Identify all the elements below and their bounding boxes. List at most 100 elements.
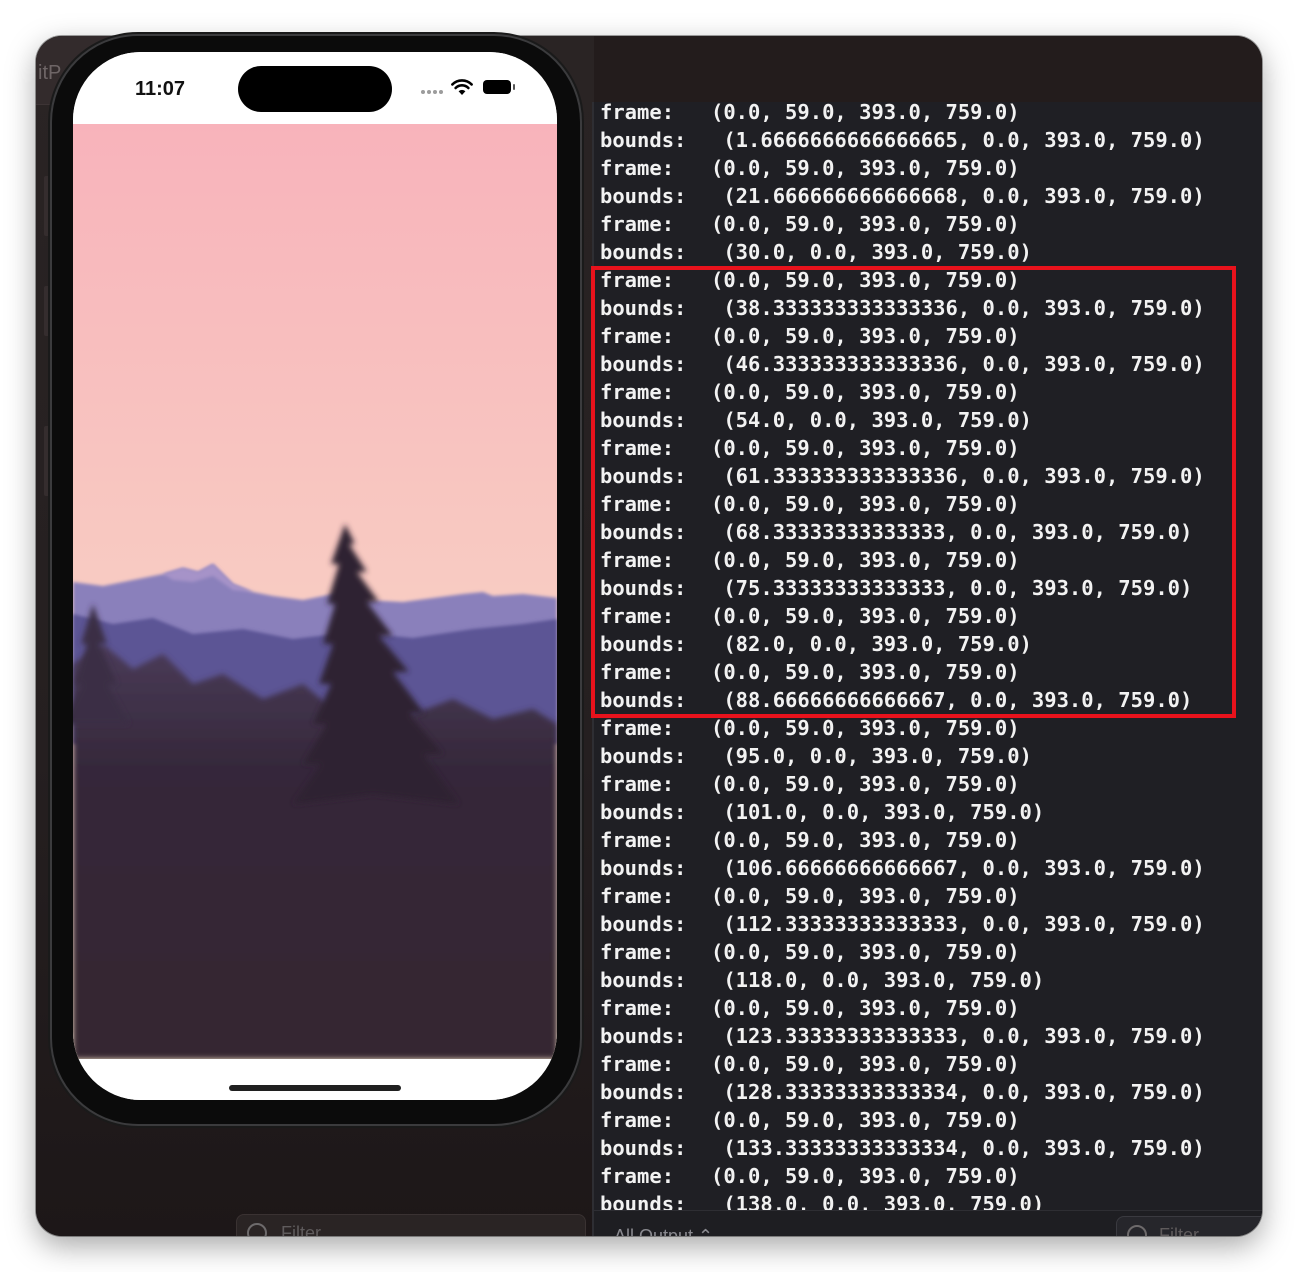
console-line-key: bounds:	[600, 968, 687, 992]
console-line-key: bounds:	[600, 352, 687, 376]
console-line-key: bounds:	[600, 520, 687, 544]
wifi-icon	[451, 79, 473, 95]
console-line: bounds: (75.33333333333333, 0.0, 393.0, …	[600, 574, 1205, 602]
console-line: bounds: (46.333333333333336, 0.0, 393.0,…	[600, 350, 1205, 378]
console-line-value: (0.0, 59.0, 393.0, 759.0)	[711, 940, 1020, 964]
console-line: frame: (0.0, 59.0, 393.0, 759.0)	[600, 1162, 1205, 1190]
console-line-value: (0.0, 59.0, 393.0, 759.0)	[711, 324, 1020, 348]
console-line-key: bounds:	[600, 1136, 687, 1160]
status-time: 11:07	[135, 78, 186, 100]
console-line-value: (101.0, 0.0, 393.0, 759.0)	[711, 800, 1045, 824]
console-line-value: (0.0, 59.0, 393.0, 759.0)	[711, 492, 1020, 516]
console-log: frame: (0.0, 59.0, 393.0, 759.0) bounds: (…	[600, 102, 1205, 1210]
console-line-value: (123.33333333333333, 0.0, 393.0, 759.0)	[711, 1024, 1205, 1048]
console-line-key: bounds:	[600, 296, 687, 320]
console-line-value: (0.0, 59.0, 393.0, 759.0)	[711, 604, 1020, 628]
console-line: bounds: (88.66666666666667, 0.0, 393.0, …	[600, 686, 1205, 714]
console-line-key: bounds:	[600, 688, 687, 712]
console-line-value: (0.0, 59.0, 393.0, 759.0)	[711, 548, 1020, 572]
console-line-key: bounds:	[600, 912, 687, 936]
console-line-value: (95.0, 0.0, 393.0, 759.0)	[711, 744, 1032, 768]
console-line-value: (133.33333333333334, 0.0, 393.0, 759.0)	[711, 1136, 1205, 1160]
console-line-key: bounds:	[600, 1192, 687, 1210]
console-filter-field[interactable]: Filter	[1116, 1216, 1262, 1236]
gutter-mark	[44, 286, 50, 336]
console-line-value: (0.0, 59.0, 393.0, 759.0)	[711, 828, 1020, 852]
console-line: frame: (0.0, 59.0, 393.0, 759.0)	[600, 882, 1205, 910]
console-line-value: (54.0, 0.0, 393.0, 759.0)	[711, 408, 1032, 432]
console-line-key: frame:	[600, 436, 675, 460]
console-line-value: (1.6666666666666665, 0.0, 393.0, 759.0)	[711, 128, 1205, 152]
console-filter-placeholder: Filter	[1159, 1225, 1199, 1236]
console-line-value: (0.0, 59.0, 393.0, 759.0)	[711, 660, 1020, 684]
console-line-value: (0.0, 59.0, 393.0, 759.0)	[711, 1052, 1020, 1076]
console-line-value: (0.0, 59.0, 393.0, 759.0)	[711, 716, 1020, 740]
status-bar: 11:07	[73, 52, 557, 124]
console-line-key: bounds:	[600, 856, 687, 880]
console-line: bounds: (68.33333333333333, 0.0, 393.0, …	[600, 518, 1205, 546]
console-line-key: bounds:	[600, 464, 687, 488]
console-line-key: frame:	[600, 828, 675, 852]
console-line-value: (0.0, 59.0, 393.0, 759.0)	[711, 212, 1020, 236]
console-line: bounds: (106.66666666666667, 0.0, 393.0,…	[600, 854, 1205, 882]
console-line: bounds: (95.0, 0.0, 393.0, 759.0)	[600, 742, 1205, 770]
console-line: bounds: (112.33333333333333, 0.0, 393.0,…	[600, 910, 1205, 938]
console-line-value: (46.333333333333336, 0.0, 393.0, 759.0)	[711, 352, 1205, 376]
filter-icon	[1127, 1225, 1147, 1236]
console-line: frame: (0.0, 59.0, 393.0, 759.0)	[600, 938, 1205, 966]
console-line: bounds: (123.33333333333333, 0.0, 393.0,…	[600, 1022, 1205, 1050]
console-line: frame: (0.0, 59.0, 393.0, 759.0)	[600, 154, 1205, 182]
console-line: frame: (0.0, 59.0, 393.0, 759.0)	[600, 378, 1205, 406]
console-line: bounds: (101.0, 0.0, 393.0, 759.0)	[600, 798, 1205, 826]
battery-icon	[483, 80, 515, 94]
console-line: bounds: (61.333333333333336, 0.0, 393.0,…	[600, 462, 1205, 490]
console-line-key: bounds:	[600, 576, 687, 600]
phone-screen[interactable]: 11:07	[73, 52, 557, 1100]
console-line: bounds: (128.33333333333334, 0.0, 393.0,…	[600, 1078, 1205, 1106]
debug-console[interactable]: frame: (0.0, 59.0, 393.0, 759.0) bounds: (…	[594, 102, 1262, 1210]
editor-filter-field[interactable]: Filter	[236, 1214, 586, 1236]
console-line-value: (0.0, 59.0, 393.0, 759.0)	[711, 102, 1020, 124]
console-line-value: (0.0, 59.0, 393.0, 759.0)	[711, 884, 1020, 908]
console-line-key: bounds:	[600, 408, 687, 432]
console-line: bounds: (21.666666666666668, 0.0, 393.0,…	[600, 182, 1205, 210]
editor-tab-label: itP	[38, 62, 62, 84]
console-line-value: (0.0, 59.0, 393.0, 759.0)	[711, 268, 1020, 292]
console-line: bounds: (138.0, 0.0, 393.0, 759.0)	[600, 1190, 1205, 1210]
console-line-value: (118.0, 0.0, 393.0, 759.0)	[711, 968, 1045, 992]
console-line-key: frame:	[600, 716, 675, 740]
console-line: frame: (0.0, 59.0, 393.0, 759.0)	[600, 102, 1205, 126]
console-line-key: bounds:	[600, 240, 687, 264]
console-line: frame: (0.0, 59.0, 393.0, 759.0)	[600, 322, 1205, 350]
output-selector[interactable]: All Output ⌃	[614, 1226, 713, 1236]
console-line: bounds: (30.0, 0.0, 393.0, 759.0)	[600, 238, 1205, 266]
console-line-key: frame:	[600, 1108, 675, 1132]
console-line-value: (0.0, 59.0, 393.0, 759.0)	[711, 380, 1020, 404]
console-line: frame: (0.0, 59.0, 393.0, 759.0)	[600, 658, 1205, 686]
console-line-value: (112.33333333333333, 0.0, 393.0, 759.0)	[711, 912, 1205, 936]
console-line-key: bounds:	[600, 632, 687, 656]
console-line: bounds: (38.333333333333336, 0.0, 393.0,…	[600, 294, 1205, 322]
console-line-value: (0.0, 59.0, 393.0, 759.0)	[711, 772, 1020, 796]
console-line-value: (0.0, 59.0, 393.0, 759.0)	[711, 1164, 1020, 1188]
console-line-key: bounds:	[600, 128, 687, 152]
editor-filter-placeholder: Filter	[281, 1223, 321, 1236]
console-line: frame: (0.0, 59.0, 393.0, 759.0)	[600, 266, 1205, 294]
home-indicator[interactable]	[229, 1085, 401, 1091]
console-line-key: frame:	[600, 940, 675, 964]
console-line-value: (0.0, 59.0, 393.0, 759.0)	[711, 436, 1020, 460]
home-area	[73, 1059, 557, 1100]
filter-icon	[247, 1223, 267, 1236]
console-line: frame: (0.0, 59.0, 393.0, 759.0)	[600, 826, 1205, 854]
console-line-value: (82.0, 0.0, 393.0, 759.0)	[711, 632, 1032, 656]
console-line-value: (0.0, 59.0, 393.0, 759.0)	[711, 1108, 1020, 1132]
console-line-key: frame:	[600, 548, 675, 572]
console-line-key: frame:	[600, 772, 675, 796]
console-line: bounds: (133.33333333333334, 0.0, 393.0,…	[600, 1134, 1205, 1162]
console-line: frame: (0.0, 59.0, 393.0, 759.0)	[600, 770, 1205, 798]
console-line: bounds: (82.0, 0.0, 393.0, 759.0)	[600, 630, 1205, 658]
console-line-value: (0.0, 59.0, 393.0, 759.0)	[711, 996, 1020, 1020]
wallpaper-scene	[73, 124, 557, 1059]
console-line-key: frame:	[600, 324, 675, 348]
console-line-key: frame:	[600, 268, 675, 292]
